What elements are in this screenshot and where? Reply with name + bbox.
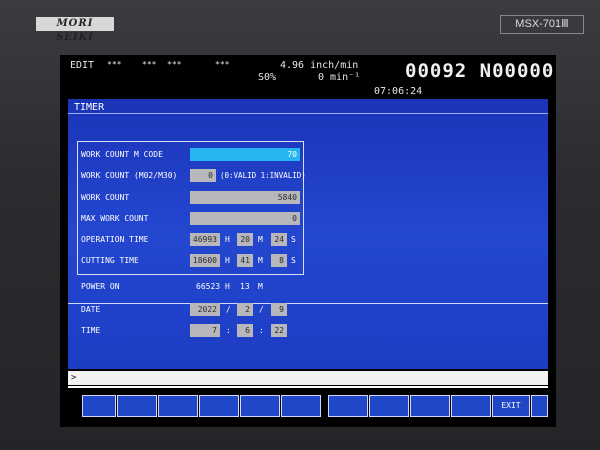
power-on-hours: 66523 <box>196 282 221 291</box>
power-on-minutes: 13 <box>240 282 250 291</box>
softkey-7[interactable] <box>328 395 368 417</box>
hours-unit: H <box>225 256 230 265</box>
date-separator: / <box>226 305 231 314</box>
minutes-unit: M <box>258 256 263 265</box>
max-work-count-label: MAX WORK COUNT <box>81 214 149 223</box>
cutting-time-hours[interactable]: 18600 <box>190 254 220 267</box>
hours-unit: H <box>225 282 230 291</box>
cnc-screen: EDIT *** *** *** *** 4.96 inch/min S0% 0… <box>60 55 556 427</box>
power-on-label: POWER ON <box>81 282 120 291</box>
command-underline <box>68 386 548 388</box>
softkey-9[interactable] <box>410 395 450 417</box>
hours-unit: H <box>225 235 230 244</box>
time-label: TIME <box>81 326 101 335</box>
work-count-m02-label: WORK COUNT (M02/M30) <box>81 171 178 180</box>
status-flag: *** <box>142 60 157 69</box>
section-divider <box>68 303 548 304</box>
work-count-m02-field[interactable]: 0 <box>190 169 216 182</box>
command-prompt: > <box>71 373 77 383</box>
spindle-readout: 0 min⁻¹ <box>318 72 361 83</box>
status-flag: *** <box>167 60 182 69</box>
softkey-bar: EXIT <box>68 395 548 417</box>
softkey-8[interactable] <box>369 395 409 417</box>
softkey-5[interactable] <box>240 395 280 417</box>
softkey-3[interactable] <box>158 395 198 417</box>
work-count-m-code-field[interactable]: 70 <box>190 148 300 161</box>
time-second-field[interactable]: 22 <box>271 324 287 337</box>
minutes-unit: M <box>258 235 263 244</box>
brand-logo: MORI SEIKI <box>36 17 114 43</box>
softkey-next[interactable] <box>531 395 548 417</box>
title-divider <box>68 113 548 114</box>
date-year-field[interactable]: 2022 <box>190 303 220 316</box>
status-bar: EDIT *** *** *** *** 4.96 inch/min S0% 0… <box>60 55 556 97</box>
softkey-6[interactable] <box>281 395 321 417</box>
date-separator: / <box>259 305 264 314</box>
work-count-m-code-label: WORK COUNT M CODE <box>81 150 163 159</box>
operation-time-hours[interactable]: 46993 <box>190 233 220 246</box>
operation-time-minutes[interactable]: 20 <box>237 233 253 246</box>
cutting-time-minutes[interactable]: 41 <box>237 254 253 267</box>
override-readout: S0% <box>258 72 277 83</box>
softkey-10[interactable] <box>451 395 491 417</box>
seconds-unit: S <box>291 235 296 244</box>
date-label: DATE <box>81 305 101 314</box>
valid-invalid-note: (0:VALID 1:INVALID) <box>220 171 306 180</box>
program-number: 00092 N00000 <box>405 60 555 82</box>
status-flag: *** <box>215 60 230 69</box>
time-minute-field[interactable]: 6 <box>237 324 253 337</box>
feedrate-readout: 4.96 inch/min <box>280 60 359 71</box>
operation-time-seconds[interactable]: 24 <box>271 233 287 246</box>
clock: 07:06:24 <box>374 86 423 97</box>
time-separator: : <box>259 326 264 335</box>
seconds-unit: S <box>291 256 296 265</box>
time-separator: : <box>226 326 231 335</box>
mode-label: EDIT <box>70 60 95 71</box>
command-input[interactable]: > <box>68 371 548 385</box>
date-month-field[interactable]: 2 <box>237 303 253 316</box>
max-work-count-field[interactable]: 0 <box>190 212 300 225</box>
softkey-1[interactable] <box>82 395 116 417</box>
model-plate: MSX-701Ⅲ <box>500 15 584 34</box>
status-flag: *** <box>107 60 122 69</box>
operation-time-label: OPERATION TIME <box>81 235 149 244</box>
cutting-time-label: CUTTING TIME <box>81 256 139 265</box>
softkey-4[interactable] <box>199 395 239 417</box>
page-title: TIMER <box>74 102 105 113</box>
time-hour-field[interactable]: 7 <box>190 324 220 337</box>
cutting-time-seconds[interactable]: 8 <box>271 254 287 267</box>
exit-softkey[interactable]: EXIT <box>492 395 530 417</box>
timer-page: TIMER WORK COUNT M CODE 70 WORK COUNT (M… <box>68 99 548 369</box>
date-day-field[interactable]: 9 <box>271 303 287 316</box>
softkey-2[interactable] <box>117 395 157 417</box>
minutes-unit: M <box>258 282 263 291</box>
work-count-field[interactable]: 5840 <box>190 191 300 204</box>
work-count-label: WORK COUNT <box>81 193 130 202</box>
